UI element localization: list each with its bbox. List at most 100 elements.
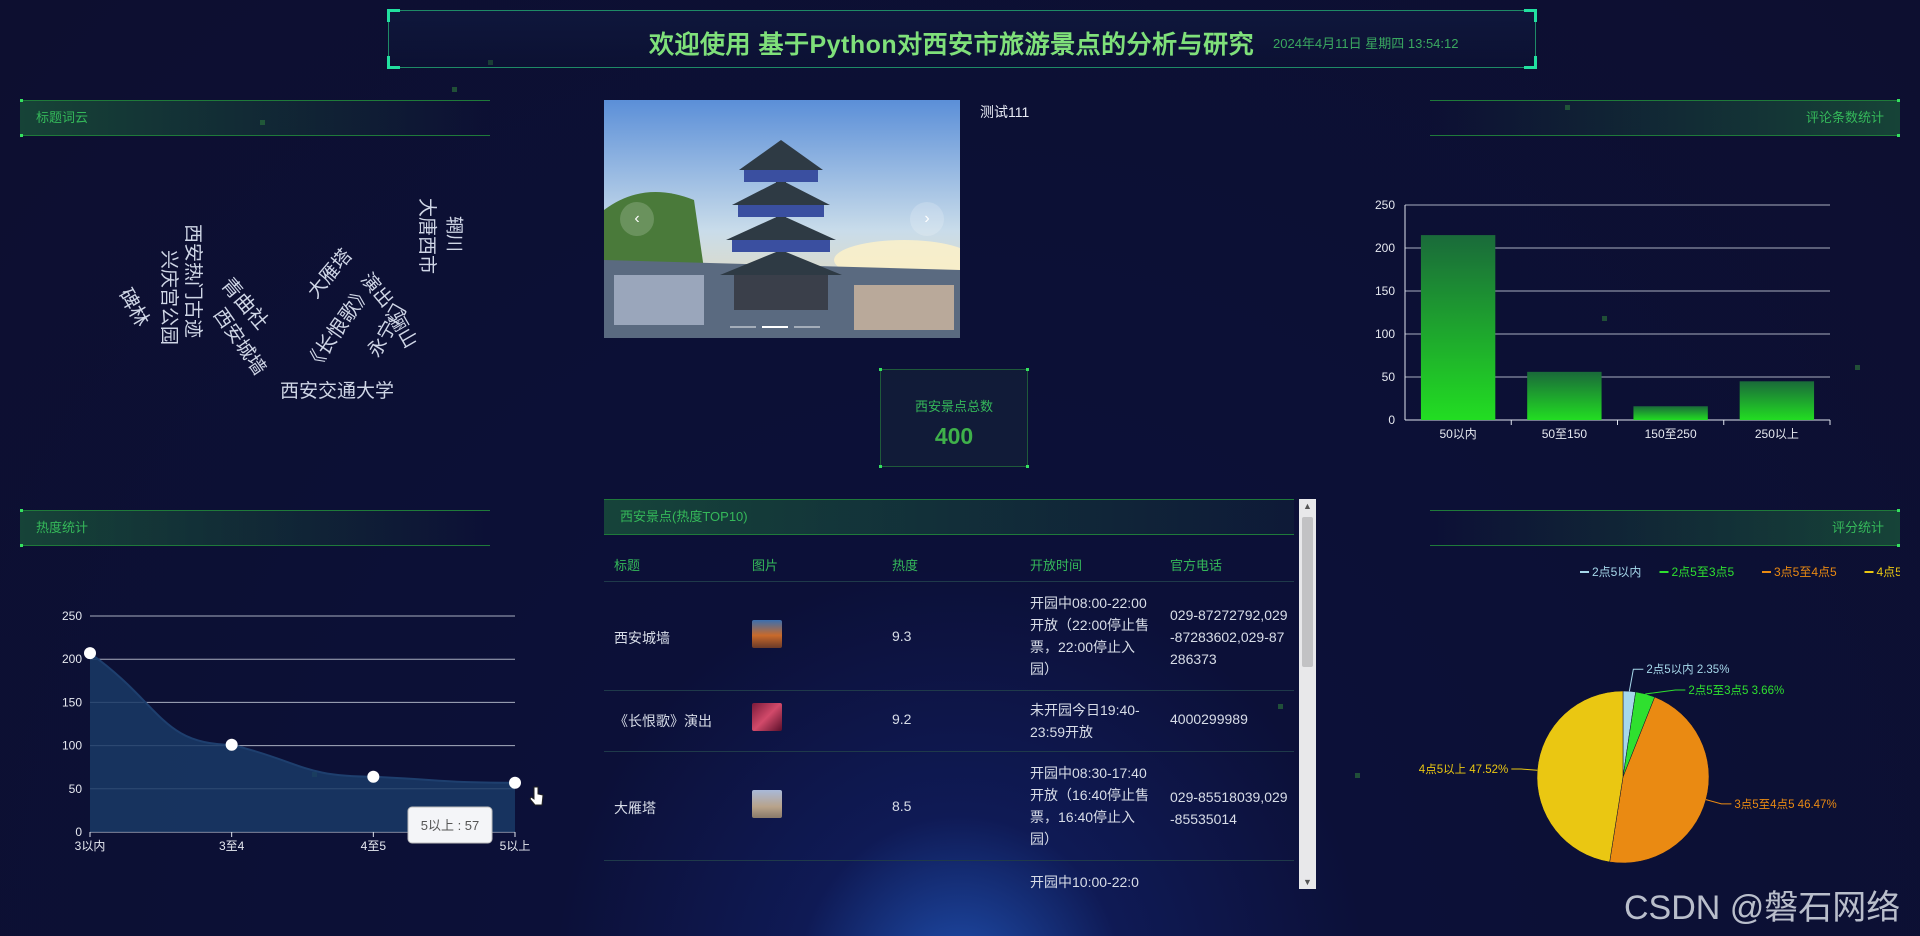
- show-thumbnail: [752, 703, 782, 731]
- comments-bar-chart: 0 50 100 150 200 250 50以内 50至150 150至250 250以上: [1375, 198, 1831, 441]
- cell-phone: 4000299989: [1170, 711, 1248, 727]
- column-header-image: 图片: [752, 558, 779, 573]
- heat-area-chart: 0 50 100 150 200 250 3以内 3至4 4至5 5以上 5以上 : 57: [62, 609, 544, 853]
- rating-panel-title: 评分统计: [1831, 520, 1884, 535]
- bar: [1633, 406, 1708, 420]
- wordcloud-word: 兴庆宫公园: [158, 250, 180, 346]
- bar: [1739, 381, 1815, 420]
- y-tick-label: 0: [1388, 413, 1395, 427]
- carousel-indicators: [730, 326, 820, 328]
- wordcloud-panel-title: 标题词云: [36, 110, 89, 125]
- page-title: 欢迎使用 基于Python对西安市旅游景点的分析与研究: [649, 31, 1255, 59]
- x-tick-label: 250以上: [1755, 427, 1799, 441]
- carousel-next-button[interactable]: ›: [910, 202, 944, 236]
- rating-panel-header: 评分统计: [1430, 509, 1900, 547]
- column-header-phone: 官方电话: [1170, 558, 1223, 573]
- cell-heat: 8.5: [892, 798, 912, 814]
- label-leader-line: [1628, 668, 1644, 692]
- total-spots-card: 西安景点总数 400: [879, 368, 1029, 468]
- y-tick-label: 200: [62, 652, 82, 666]
- cell-phone: 029-87272792,029-87283602,029-87286373: [1170, 607, 1288, 667]
- wordcloud-word: 辋川: [443, 216, 464, 252]
- cell-heat: 9.2: [892, 711, 912, 727]
- label-leader-line: [1511, 768, 1538, 771]
- y-tick-label: 50: [1382, 370, 1396, 384]
- y-tick-label: 100: [62, 739, 82, 753]
- table-row[interactable]: 开园中10:00-22:0: [604, 861, 1294, 889]
- legend-label: 2点5以内: [1592, 565, 1641, 579]
- total-spots-label: 西安景点总数: [914, 399, 993, 414]
- heat-panel-header: 热度统计: [20, 509, 490, 547]
- header-banner: 欢迎使用 基于Python对西安市旅游景点的分析与研究 2024年4月11日 星…: [387, 9, 1537, 69]
- top10-table-panel: 西安景点(热度TOP10) 标题 图片 热度 开放时间 官方电话 西安城墙 9.…: [604, 499, 1316, 889]
- carousel-prev-button[interactable]: ‹: [620, 202, 654, 236]
- slice-label: 2点5以内 2.35%: [1646, 662, 1729, 676]
- total-spots-value: 400: [934, 423, 974, 449]
- legend-item: 2点5以内: [1580, 565, 1641, 579]
- cell-heat: 9.3: [892, 628, 912, 644]
- chart-tooltip: 5以上 : 57: [407, 806, 493, 844]
- data-point: [84, 647, 96, 660]
- table-scrollbar[interactable]: ▲ ▼: [1299, 499, 1316, 889]
- y-tick-label: 250: [1375, 198, 1395, 212]
- carousel-indicator[interactable]: [730, 326, 756, 328]
- data-point: [225, 738, 238, 751]
- table-row[interactable]: 西安城墙 9.3 开园中08:00-22:00开放（22:00停止售票，22:0…: [604, 582, 1294, 691]
- comments-panel-title: 评论条数统计: [1805, 110, 1884, 125]
- column-header-hours: 开放时间: [1030, 558, 1083, 573]
- watermark-text: CSDN @磐石网络: [1624, 889, 1901, 927]
- x-tick-label: 3以内: [75, 839, 106, 853]
- city-wall-thumbnail: [752, 620, 782, 648]
- carousel-slide-image: [604, 100, 960, 338]
- x-tick-label: 4至5: [361, 839, 387, 853]
- table-row[interactable]: 《长恨歌》演出 9.2 未开园今日19:40-23:59开放 400029998…: [604, 691, 1294, 752]
- wordcloud-word: 碑林: [113, 284, 155, 331]
- carousel-indicator[interactable]: [762, 326, 788, 328]
- legend-label: 4点5以上: [1877, 565, 1901, 579]
- legend-label: 2点5至3点5: [1672, 565, 1735, 579]
- slice-label: 2点5至3点5 3.66%: [1688, 684, 1784, 697]
- label-leader-line: [1645, 689, 1686, 695]
- y-tick-label: 0: [75, 825, 82, 839]
- cell-hours: 开园中08:30-17:40开放（16:40停止售票，16:40停止入园）: [1030, 765, 1150, 847]
- label-leader-line: [1705, 799, 1732, 805]
- column-header-title: 标题: [614, 558, 641, 573]
- bar: [1420, 235, 1496, 420]
- table-column-headers: 标题 图片 热度 开放时间 官方电话: [604, 547, 1294, 582]
- carousel-caption: 测试111: [980, 104, 1030, 120]
- hand-cursor-icon: [529, 786, 544, 806]
- scroll-up-icon[interactable]: ▲: [1299, 501, 1316, 511]
- x-tick-label: 5以上: [500, 839, 531, 853]
- table-panel-header: 西安景点(热度TOP10): [604, 499, 1294, 535]
- x-tick-label: 150至250: [1645, 427, 1697, 441]
- comments-panel-header: 评论条数统计: [1430, 99, 1900, 137]
- wordcloud-word: 西安热门古迹: [182, 224, 204, 339]
- wordcloud-word: 西安交通大学: [280, 380, 395, 402]
- cell-title: 西安城墙: [614, 630, 670, 646]
- table-row[interactable]: 大雁塔 8.5 开园中08:30-17:40开放（16:40停止售票，16:40…: [604, 752, 1294, 861]
- carousel-indicator[interactable]: [794, 326, 820, 328]
- y-tick-label: 150: [1375, 284, 1395, 298]
- legend-label: 3点5至4点5: [1774, 565, 1837, 579]
- tooltip-text: 5以上 : 57: [421, 818, 480, 833]
- pagoda-thumbnail: [752, 790, 782, 818]
- y-tick-label: 200: [1375, 241, 1395, 255]
- legend-item: 4点5以上: [1864, 565, 1901, 579]
- scroll-down-icon[interactable]: ▼: [1299, 877, 1316, 887]
- scrollbar-thumb[interactable]: [1302, 517, 1313, 667]
- image-carousel[interactable]: ‹ ›: [604, 100, 960, 338]
- y-tick-label: 150: [62, 695, 82, 709]
- cell-hours: 开园中08:00-22:00开放（22:00停止售票，22:00停止入园）: [1030, 595, 1150, 677]
- table-panel-title: 西安景点(热度TOP10): [620, 509, 748, 524]
- cell-hours: 开园中10:00-22:0: [1030, 874, 1139, 889]
- word-cloud: 碑林 西安热门古迹 兴庆宫公园 青曲社 西安城墙 大雁塔 《长恨歌》 演出 永宁…: [110, 190, 490, 420]
- cell-title: 《长恨歌》演出: [614, 713, 712, 729]
- pie-slice: [1536, 690, 1624, 863]
- legend-item: 3点5至4点5: [1762, 565, 1837, 579]
- data-point: [367, 770, 380, 783]
- slice-label: 3点5至4点5 46.47%: [1734, 798, 1836, 811]
- y-tick-label: 50: [69, 782, 83, 796]
- datetime-display: 2024年4月11日 星期四 13:54:12: [1273, 36, 1459, 51]
- column-header-heat: 热度: [892, 558, 919, 573]
- cell-hours: 未开园今日19:40-23:59开放: [1030, 702, 1140, 740]
